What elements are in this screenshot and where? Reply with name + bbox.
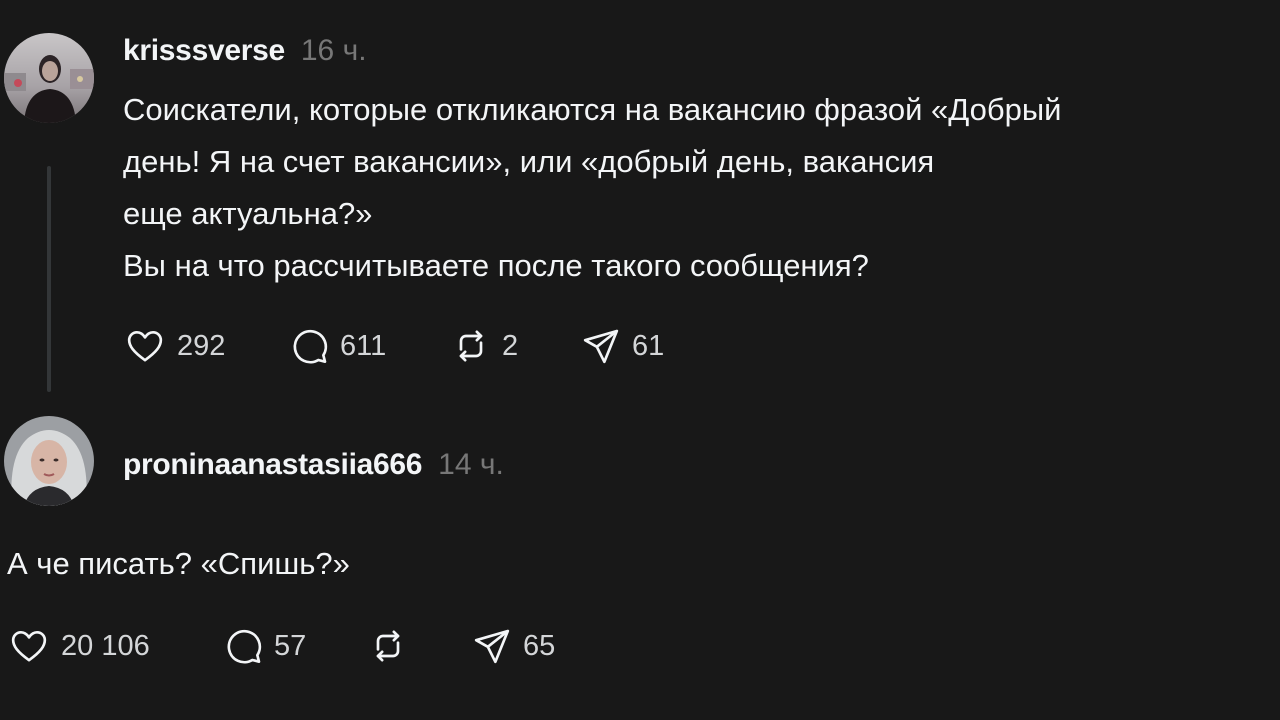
repost-count: 2 (502, 329, 519, 362)
like-count: 20 106 (61, 629, 150, 662)
comment-count: 57 (274, 629, 307, 662)
post-text-line: еще актуальна?» (123, 196, 373, 231)
heart-icon (127, 331, 163, 362)
send-icon (583, 329, 619, 364)
username[interactable]: krisssverse (123, 34, 285, 68)
like-count: 292 (177, 329, 226, 362)
comment-button[interactable]: 57 (222, 626, 367, 666)
timestamp[interactable]: 14 ч. (438, 448, 504, 482)
timestamp[interactable]: 16 ч. (301, 34, 367, 68)
repost-icon (376, 630, 400, 662)
thread-connector-line (47, 166, 51, 392)
repost-button[interactable]: 2 (450, 326, 580, 366)
like-button[interactable]: 292 (123, 326, 288, 366)
post-text: А че писать? «Спишь?» (7, 538, 350, 590)
avatar-photo-icon (4, 33, 94, 123)
share-button[interactable]: 65 (471, 626, 555, 666)
avatar[interactable] (4, 33, 94, 123)
post-header: krisssverse 16 ч. (123, 34, 367, 68)
comment-button[interactable]: 611 (288, 326, 450, 366)
post-text: Соискатели, которые откликаются на вакан… (123, 84, 1061, 292)
heart-icon (11, 631, 47, 662)
comment-bubble-icon (227, 629, 262, 664)
share-count: 61 (632, 329, 665, 362)
post-text-line: Соискатели, которые откликаются на вакан… (123, 92, 1062, 127)
post-text-line: день! Я на счет вакансии», или «добрый д… (123, 144, 935, 179)
post-actions: 292 611 2 61 (123, 326, 664, 366)
post-text-line: А че писать? «Спишь?» (7, 546, 350, 581)
send-icon (474, 629, 510, 664)
post-header: proninaanastasiia666 14 ч. (123, 448, 504, 482)
post-text-line: Вы на что рассчитываете после такого соо… (123, 248, 869, 283)
repost-icon (459, 330, 483, 362)
avatar-photo-icon (4, 416, 94, 506)
avatar[interactable] (4, 416, 94, 506)
like-button[interactable]: 20 106 (7, 626, 222, 666)
comment-count: 611 (340, 329, 387, 362)
share-button[interactable]: 61 (580, 326, 664, 366)
comment-bubble-icon (293, 329, 328, 364)
share-count: 65 (523, 629, 556, 662)
username[interactable]: proninaanastasiia666 (123, 448, 422, 482)
repost-button[interactable] (367, 626, 471, 666)
threads-feed: krisssverse 16 ч. Соискатели, которые от… (0, 0, 1280, 720)
post-actions: 20 106 57 65 (7, 626, 555, 666)
